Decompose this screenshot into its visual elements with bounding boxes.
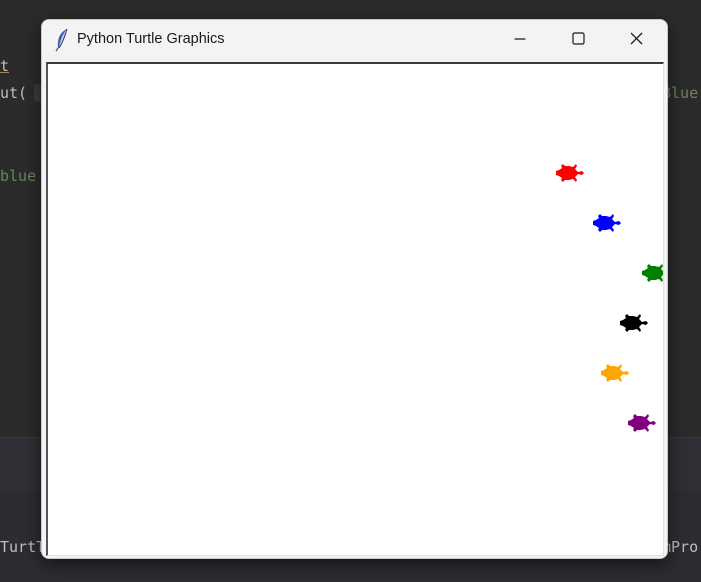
turtle-sprite (591, 213, 625, 237)
close-button[interactable] (613, 20, 659, 58)
code-fragment-3: blue (0, 167, 37, 185)
turtle-sprite (599, 363, 633, 387)
minimize-icon (514, 30, 526, 49)
turtle-sprite (640, 263, 663, 287)
turtle-sprite (618, 313, 652, 337)
minimize-button[interactable] (497, 20, 543, 58)
turtle-window: Python Turtle Graphics (41, 19, 668, 559)
title-bar[interactable]: Python Turtle Graphics (42, 20, 667, 60)
turtle-sprite (626, 413, 660, 437)
run-output-left: TurtT (0, 538, 46, 556)
close-icon (630, 30, 643, 49)
code-fragment-1: t (0, 57, 10, 75)
feather-icon (54, 28, 70, 52)
turtle-canvas[interactable] (46, 62, 664, 556)
maximize-icon (571, 30, 585, 49)
code-fragment-2: ut( (0, 84, 28, 102)
window-title: Python Turtle Graphics (77, 31, 225, 47)
turtle-sprite (554, 163, 588, 187)
maximize-button[interactable] (555, 20, 601, 58)
